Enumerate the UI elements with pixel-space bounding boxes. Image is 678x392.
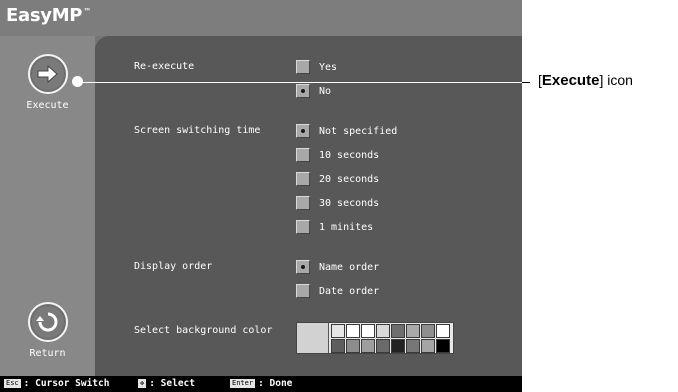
- switching-checkbox[interactable]: [296, 124, 310, 138]
- color-swatch[interactable]: [346, 339, 360, 353]
- arrow-keys-icon: ✥: [138, 379, 147, 388]
- color-swatch[interactable]: [436, 324, 450, 338]
- color-swatch[interactable]: [346, 324, 360, 338]
- switching-option-10s[interactable]: 10 seconds: [296, 148, 379, 162]
- switching-checkbox[interactable]: [296, 172, 310, 186]
- return-button[interactable]: Return: [0, 302, 95, 359]
- switching-checkbox[interactable]: [296, 196, 310, 210]
- switching-checkbox[interactable]: [296, 220, 310, 234]
- reexecute-label: Re-execute: [134, 61, 195, 72]
- execute-icon[interactable]: [27, 54, 68, 94]
- switching-option-1min[interactable]: 1 minites: [296, 220, 373, 234]
- reexecute-no-option[interactable]: No: [296, 84, 331, 98]
- color-swatch[interactable]: [391, 324, 405, 338]
- callout-line-tick: [522, 82, 530, 83]
- switching-option-20s[interactable]: 20 seconds: [296, 172, 379, 186]
- color-swatch[interactable]: [436, 339, 450, 353]
- display-order-name[interactable]: Name order: [296, 260, 379, 274]
- color-swatch[interactable]: [391, 339, 405, 353]
- color-palette[interactable]: [296, 322, 454, 354]
- easymp-screen: EasyMP™ Execute Return Re-execute Yes No…: [0, 0, 522, 392]
- switching-option-not-specified[interactable]: Not specified: [296, 124, 397, 138]
- return-icon[interactable]: [27, 302, 68, 342]
- switching-time-label: Screen switching time: [134, 125, 261, 136]
- select-hint: ✥: Select: [138, 378, 195, 389]
- color-swatch[interactable]: [376, 324, 390, 338]
- color-swatch[interactable]: [406, 339, 420, 353]
- color-swatch[interactable]: [331, 339, 345, 353]
- display-order-label: Display order: [134, 261, 213, 272]
- switching-checkbox[interactable]: [296, 148, 310, 162]
- color-swatch[interactable]: [331, 324, 345, 338]
- sidebar: Execute Return: [0, 36, 95, 376]
- color-swatch[interactable]: [376, 339, 390, 353]
- execute-icon-callout: [Execute] icon: [538, 72, 633, 89]
- return-label: Return: [29, 348, 66, 359]
- easymp-logo: EasyMP™: [6, 5, 91, 26]
- esc-key-icon: Esc: [4, 379, 21, 388]
- display-order-date[interactable]: Date order: [296, 284, 379, 298]
- display-order-checkbox[interactable]: [296, 284, 310, 298]
- esc-hint: Esc: Cursor Switch: [4, 378, 110, 389]
- color-swatch[interactable]: [421, 324, 435, 338]
- color-swatch[interactable]: [406, 324, 420, 338]
- color-swatch[interactable]: [421, 339, 435, 353]
- execute-label: Execute: [26, 100, 69, 111]
- callout-line: [78, 82, 530, 83]
- color-swatch[interactable]: [361, 339, 375, 353]
- enter-key-icon: Enter: [230, 379, 256, 388]
- background-color-label: Select background color: [134, 325, 273, 336]
- color-swatch[interactable]: [361, 324, 375, 338]
- callout-dot: [72, 76, 83, 87]
- reexecute-yes-option[interactable]: Yes: [296, 60, 337, 74]
- logo-bar: EasyMP™: [0, 0, 522, 36]
- enter-hint: Enter: Done: [230, 378, 293, 389]
- reexecute-yes-checkbox[interactable]: [296, 60, 310, 74]
- switching-option-30s[interactable]: 30 seconds: [296, 196, 379, 210]
- display-order-checkbox[interactable]: [296, 260, 310, 274]
- selected-color-swatch[interactable]: [297, 323, 329, 353]
- reexecute-no-checkbox[interactable]: [296, 84, 310, 98]
- key-help-bar: Esc: Cursor Switch ✥: Select Enter: Done: [0, 376, 522, 392]
